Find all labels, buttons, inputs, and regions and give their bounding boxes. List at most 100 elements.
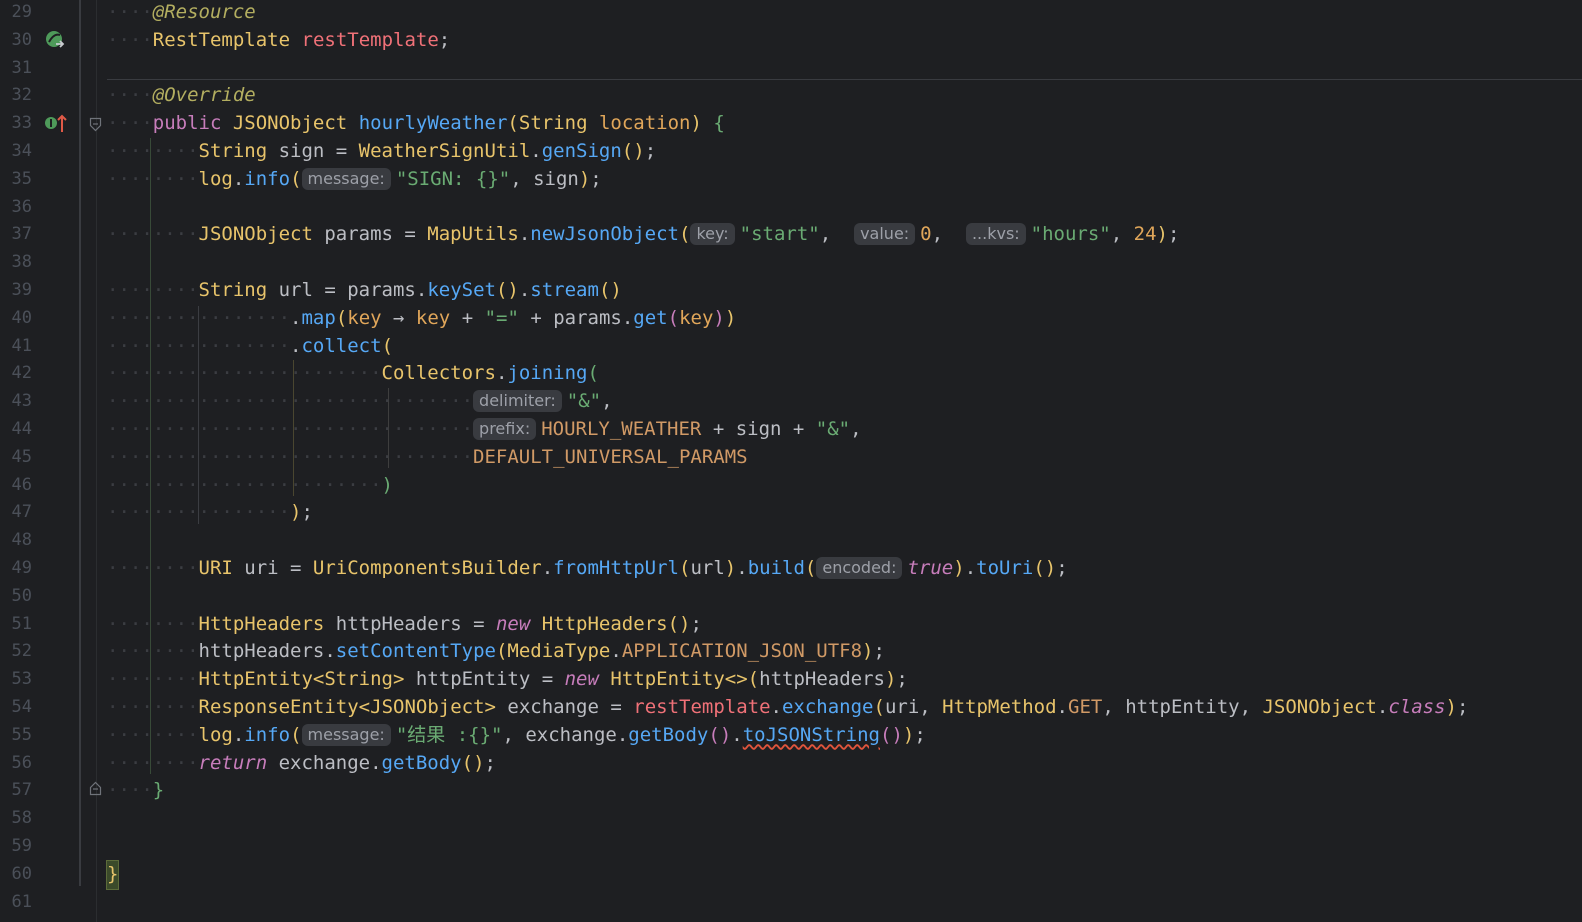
code-token: ; bbox=[690, 612, 702, 635]
code-token: . bbox=[530, 140, 542, 162]
code-token: APPLICATION_JSON_UTF8 bbox=[621, 640, 863, 663]
code-line[interactable]: 59 bbox=[0, 833, 1582, 861]
code-text: ································ delimite… bbox=[107, 388, 613, 416]
code-token: setContentType bbox=[335, 640, 496, 663]
parameter-hint[interactable]: delimiter: bbox=[473, 390, 562, 413]
code-token: restTemplate bbox=[301, 28, 439, 51]
code-line[interactable]: 60} bbox=[0, 859, 1582, 890]
code-token: . bbox=[1376, 696, 1389, 718]
code-token: < bbox=[358, 696, 371, 718]
code-token: location bbox=[598, 112, 691, 135]
code-line[interactable]: 30 ····RestTemplate restTemplate; bbox=[0, 27, 1582, 55]
code-token: { bbox=[713, 112, 725, 135]
code-line[interactable]: 49 ········URI uri = UriComponentsBuilder… bbox=[0, 555, 1582, 583]
code-line[interactable]: 46 ························) bbox=[0, 472, 1582, 500]
code-token: RestTemplate bbox=[152, 28, 291, 51]
code-token: . bbox=[495, 362, 508, 385]
code-token: → bbox=[381, 306, 416, 329]
code-line[interactable]: 38 bbox=[0, 249, 1582, 277]
code-token: UriComponentsBuilder bbox=[312, 557, 542, 579]
code-token: ) bbox=[862, 640, 874, 663]
code-line[interactable]: 55 ········log.info(message: "结果 :{}", exc… bbox=[0, 722, 1582, 750]
parameter-hint[interactable]: key: bbox=[690, 223, 735, 246]
code-token: 0 bbox=[920, 223, 932, 246]
whitespace-dots: ········ bbox=[107, 140, 199, 162]
code-token: ) bbox=[953, 557, 965, 579]
whitespace-dots: ········ bbox=[107, 557, 199, 579]
code-token: ) bbox=[724, 557, 737, 579]
code-line[interactable]: 53 ········HttpEntity<String> httpEntity … bbox=[0, 666, 1582, 694]
code-token: "&" bbox=[566, 390, 602, 413]
code-line[interactable]: 54 ········ResponseEntity<JSONObject> exc… bbox=[0, 694, 1582, 722]
code-line[interactable]: 48 bbox=[0, 527, 1582, 555]
code-line[interactable]: 41 ················.collect( bbox=[0, 333, 1582, 361]
code-line[interactable]: 50 bbox=[0, 583, 1582, 611]
whitespace-dots: ································ bbox=[107, 390, 474, 413]
parameter-hint[interactable]: prefix: bbox=[473, 418, 537, 440]
code-token: . bbox=[290, 306, 302, 329]
code-token: , sign bbox=[510, 167, 579, 190]
whitespace-dots: ···· bbox=[107, 779, 153, 802]
code-line[interactable]: 42 ························Collectors.joi… bbox=[0, 360, 1582, 388]
parameter-hint[interactable]: encoded: bbox=[816, 557, 903, 579]
code-line[interactable]: 33 ····public JSONObject hourlyWeather(St… bbox=[0, 110, 1582, 138]
code-token: ; bbox=[644, 140, 657, 162]
code-line[interactable]: 56 ········return exchange.getBody(); bbox=[0, 750, 1582, 778]
whitespace-dots: ···· bbox=[107, 28, 153, 51]
code-token: ) bbox=[690, 112, 702, 135]
code-line[interactable]: 40 ················.map(key → key + "=" +… bbox=[0, 305, 1582, 333]
code-token: ; bbox=[590, 167, 602, 190]
line-number: 61 bbox=[11, 891, 32, 912]
parameter-hint[interactable]: value: bbox=[854, 223, 916, 246]
whitespace-dots: ················ bbox=[107, 501, 291, 524]
code-token: . bbox=[518, 223, 531, 246]
line-number: 45 bbox=[11, 446, 32, 467]
code-line[interactable]: 45 ································DEFAUL… bbox=[0, 444, 1582, 472]
code-token: ) bbox=[381, 473, 393, 496]
code-token: url bbox=[690, 557, 725, 579]
code-token: > bbox=[393, 668, 405, 691]
code-line[interactable]: 44 ································ prefix… bbox=[0, 416, 1582, 444]
code-line[interactable]: 29 ····@Resource bbox=[0, 0, 1582, 27]
code-line[interactable]: 32 ····@Override bbox=[0, 82, 1582, 110]
code-line[interactable]: 43 ································ delimi… bbox=[0, 388, 1582, 416]
code-token: HttpHeaders bbox=[198, 612, 325, 635]
code-token: . bbox=[290, 334, 302, 357]
code-token: ; bbox=[1056, 557, 1068, 579]
code-line[interactable]: 57 ····} bbox=[0, 777, 1582, 805]
code-token: ( bbox=[381, 334, 394, 357]
code-token: URI bbox=[198, 557, 233, 579]
code-editor[interactable]: 29 ····@Resource 30 ····RestTemplate restTe… bbox=[0, 0, 1582, 922]
whitespace-dots: ········ bbox=[107, 723, 199, 746]
parameter-hint[interactable]: message: bbox=[301, 167, 391, 190]
code-token: class bbox=[1388, 696, 1446, 718]
whitespace-dots: ································ bbox=[107, 418, 474, 440]
code-line[interactable]: 36 bbox=[0, 194, 1582, 222]
parameter-hint[interactable]: message: bbox=[301, 723, 391, 746]
code-token: ( bbox=[678, 223, 691, 246]
code-token: new bbox=[495, 612, 531, 635]
code-line[interactable]: 47 ················); bbox=[0, 499, 1582, 527]
deprecated-method-call: toJSONString bbox=[742, 723, 880, 746]
code-token: "SIGN: {}" bbox=[395, 167, 511, 190]
code-token: build bbox=[747, 557, 805, 579]
line-number: 59 bbox=[11, 836, 32, 856]
code-token: exchange bbox=[781, 696, 874, 718]
code-text: ····public JSONObject hourlyWeather(Stri… bbox=[107, 110, 725, 138]
code-token: ( bbox=[495, 640, 508, 663]
line-number: 46 bbox=[11, 474, 32, 495]
code-line[interactable]: 52 ········httpHeaders.setContentType(Med… bbox=[0, 638, 1582, 666]
code-line[interactable]: 31 bbox=[0, 55, 1582, 83]
code-line[interactable]: 34 ········String sign = WeatherSignUtil.… bbox=[0, 138, 1582, 166]
code-token: () bbox=[598, 279, 622, 301]
code-line[interactable]: 37 ········JSONObject params = MapUtils.n… bbox=[0, 221, 1582, 249]
code-token: return bbox=[198, 751, 268, 774]
code-line[interactable]: 39 ········String url = params.keySet().s… bbox=[0, 277, 1582, 305]
code-line[interactable]: 51 ········HttpHeaders httpHeaders = new … bbox=[0, 611, 1582, 639]
parameter-hint[interactable]: ...kvs: bbox=[965, 223, 1026, 246]
code-token: ( bbox=[747, 668, 760, 691]
code-line[interactable]: 58 bbox=[0, 805, 1582, 833]
code-line[interactable]: 61 bbox=[0, 889, 1582, 917]
code-line[interactable]: 35 ········log.info(message: "SIGN: {}", s… bbox=[0, 166, 1582, 194]
